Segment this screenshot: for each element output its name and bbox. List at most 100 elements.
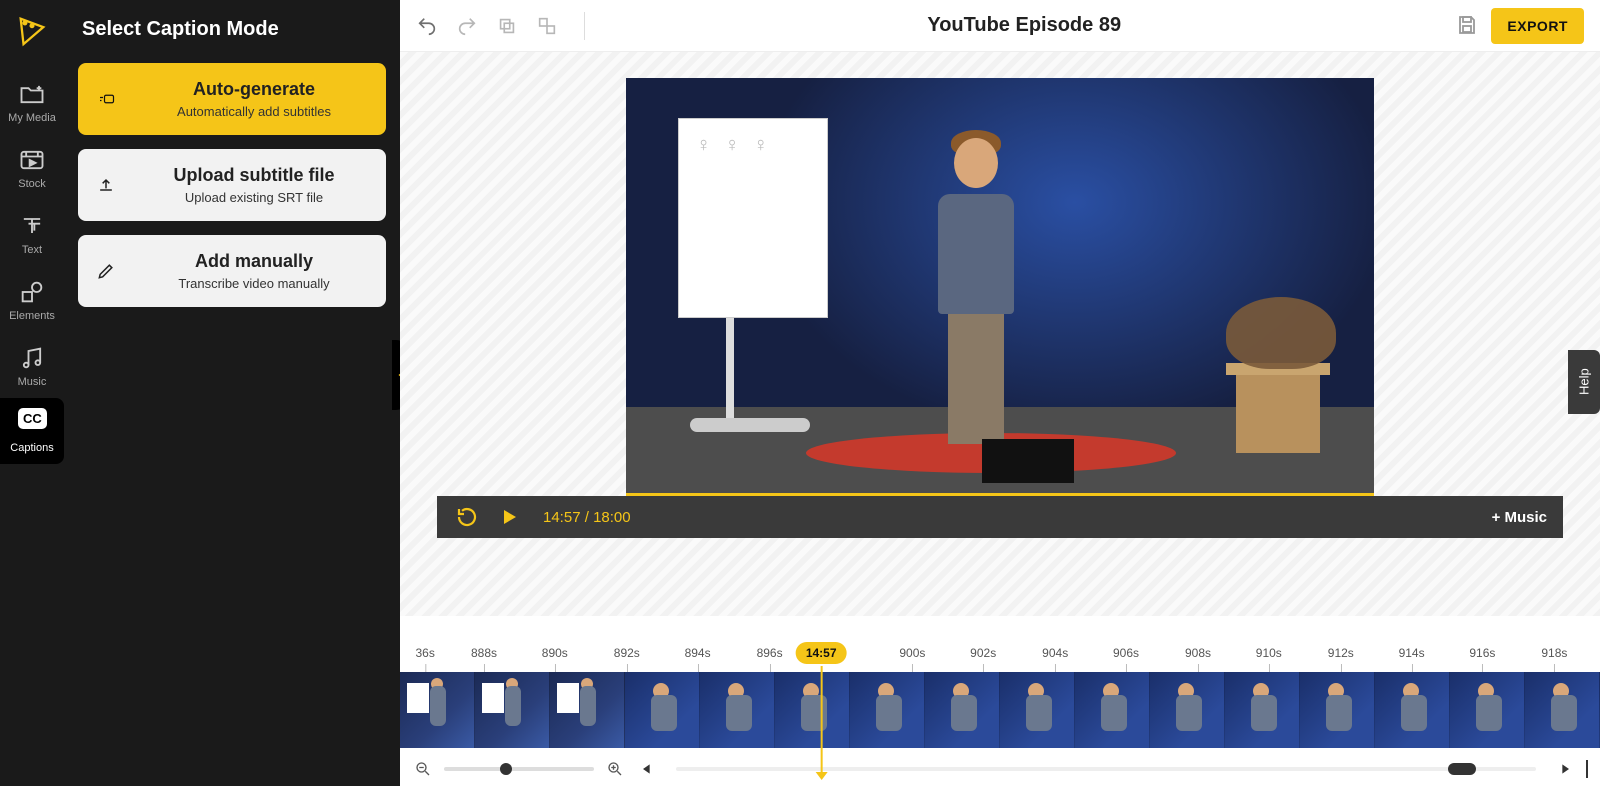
nav-label: My Media xyxy=(8,112,56,124)
zoom-out-button[interactable] xyxy=(412,758,434,780)
add-music-button[interactable]: + Music xyxy=(1492,509,1547,526)
thumbnail[interactable] xyxy=(925,672,1000,748)
mode-auto-generate[interactable]: Auto-generate Automatically add subtitle… xyxy=(78,63,386,135)
editor-header: YouTube Episode 89 EXPORT xyxy=(400,0,1600,52)
tick: 892s xyxy=(614,646,640,660)
thumbnail[interactable] xyxy=(1450,672,1525,748)
thumbnail[interactable] xyxy=(625,672,700,748)
timeline-controls xyxy=(400,748,1600,780)
thumbnail[interactable] xyxy=(1525,672,1600,748)
project-title[interactable]: YouTube Episode 89 xyxy=(593,14,1455,37)
nav-stock[interactable]: Stock xyxy=(0,134,64,200)
nav-elements[interactable]: Elements xyxy=(0,266,64,332)
mode-title: Add manually xyxy=(136,251,372,272)
help-tab[interactable]: Help xyxy=(1568,350,1600,414)
text-icon xyxy=(18,212,46,240)
tick: 900s xyxy=(899,646,925,660)
mode-card-text: Upload subtitle file Upload existing SRT… xyxy=(136,165,372,205)
nav-music[interactable]: Music xyxy=(0,332,64,398)
thumbnail[interactable] xyxy=(1225,672,1300,748)
tick: 888s xyxy=(471,646,497,660)
mode-subtitle: Upload existing SRT file xyxy=(136,190,372,205)
shapes-icon xyxy=(18,278,46,306)
nav-text[interactable]: Text xyxy=(0,200,64,266)
folder-plus-icon xyxy=(18,80,46,108)
timeline-end-marker xyxy=(1586,760,1588,778)
mode-upload-srt[interactable]: Upload subtitle file Upload existing SRT… xyxy=(78,149,386,221)
video-preview[interactable]: ♀ ♀ ♀ xyxy=(626,78,1374,496)
mode-card-text: Add manually Transcribe video manually xyxy=(136,251,372,291)
layer-button[interactable] xyxy=(536,15,558,37)
export-button[interactable]: EXPORT xyxy=(1491,8,1584,44)
nav-captions[interactable]: CC Captions xyxy=(0,398,64,464)
thumbnail[interactable] xyxy=(1000,672,1075,748)
nav-label: Elements xyxy=(9,310,55,322)
thumbnail[interactable] xyxy=(850,672,925,748)
zoom-slider[interactable] xyxy=(444,767,594,771)
nav-label: Captions xyxy=(10,442,53,454)
time-display: 14:57 / 18:00 xyxy=(543,509,631,526)
scroll-left-button[interactable] xyxy=(636,758,658,780)
scroll-right-button[interactable] xyxy=(1554,758,1576,780)
save-button[interactable] xyxy=(1455,13,1481,39)
cc-icon: CC xyxy=(18,410,46,438)
thumbnail[interactable] xyxy=(1075,672,1150,748)
upload-icon xyxy=(92,175,120,195)
playhead[interactable]: 14:57 xyxy=(796,642,847,780)
music-note-icon xyxy=(18,344,46,372)
film-play-icon xyxy=(18,146,46,174)
nav-label: Text xyxy=(22,244,42,256)
playbar: 14:57 / 18:00 + Music xyxy=(437,496,1563,538)
nav-my-media[interactable]: My Media xyxy=(0,68,64,134)
thumbnail[interactable] xyxy=(550,672,625,748)
mode-subtitle: Automatically add subtitles xyxy=(136,104,372,119)
main-area: YouTube Episode 89 EXPORT ♀ ♀ ♀ xyxy=(400,0,1600,786)
thumbnail[interactable] xyxy=(400,672,475,748)
tick: 36s xyxy=(416,646,435,660)
tick: 918s xyxy=(1541,646,1567,660)
tick: 906s xyxy=(1113,646,1139,660)
tick: 894s xyxy=(685,646,711,660)
restart-button[interactable] xyxy=(453,503,481,531)
thumbnail[interactable] xyxy=(1300,672,1375,748)
tick: 908s xyxy=(1185,646,1211,660)
panel-title: Select Caption Mode xyxy=(82,18,386,41)
duplicate-button[interactable] xyxy=(496,15,518,37)
thumbnail[interactable] xyxy=(700,672,775,748)
caption-mode-panel: Select Caption Mode Auto-generate Automa… xyxy=(64,0,400,786)
nav-label: Stock xyxy=(18,178,46,190)
tick: 914s xyxy=(1399,646,1425,660)
nav-label: Music xyxy=(18,376,47,388)
mode-title: Auto-generate xyxy=(136,79,372,100)
tick: 896s xyxy=(757,646,783,660)
tick: 902s xyxy=(970,646,996,660)
mode-subtitle: Transcribe video manually xyxy=(136,276,372,291)
redo-button[interactable] xyxy=(456,15,478,37)
time-ruler[interactable]: 36s 888s 890s 892s 894s 896s 900s 902s 9… xyxy=(400,646,1600,672)
tick: 904s xyxy=(1042,646,1068,660)
auto-caption-icon xyxy=(92,90,120,108)
preview-zone: ♀ ♀ ♀ xyxy=(400,52,1600,616)
mode-card-text: Auto-generate Automatically add subtitle… xyxy=(136,79,372,119)
tick: 916s xyxy=(1469,646,1495,660)
current-time: 14:57 xyxy=(543,509,581,526)
timeline-thumbnails[interactable] xyxy=(400,672,1600,748)
tick: 912s xyxy=(1328,646,1354,660)
nav-rail: My Media Stock Text Elements Music CC Ca… xyxy=(0,0,64,786)
zoom-in-button[interactable] xyxy=(604,758,626,780)
tick: 910s xyxy=(1256,646,1282,660)
timeline: 36s 888s 890s 892s 894s 896s 900s 902s 9… xyxy=(400,616,1600,786)
thumbnail[interactable] xyxy=(475,672,550,748)
divider xyxy=(584,12,585,40)
playhead-time: 14:57 xyxy=(796,642,847,664)
pencil-icon xyxy=(92,261,120,281)
app-logo-icon[interactable] xyxy=(14,12,50,48)
thumbnail[interactable] xyxy=(1150,672,1225,748)
thumbnail[interactable] xyxy=(1375,672,1450,748)
undo-button[interactable] xyxy=(416,15,438,37)
play-button[interactable] xyxy=(495,503,523,531)
total-time: 18:00 xyxy=(593,509,631,526)
mode-title: Upload subtitle file xyxy=(136,165,372,186)
mode-add-manually[interactable]: Add manually Transcribe video manually xyxy=(78,235,386,307)
tick: 890s xyxy=(542,646,568,660)
